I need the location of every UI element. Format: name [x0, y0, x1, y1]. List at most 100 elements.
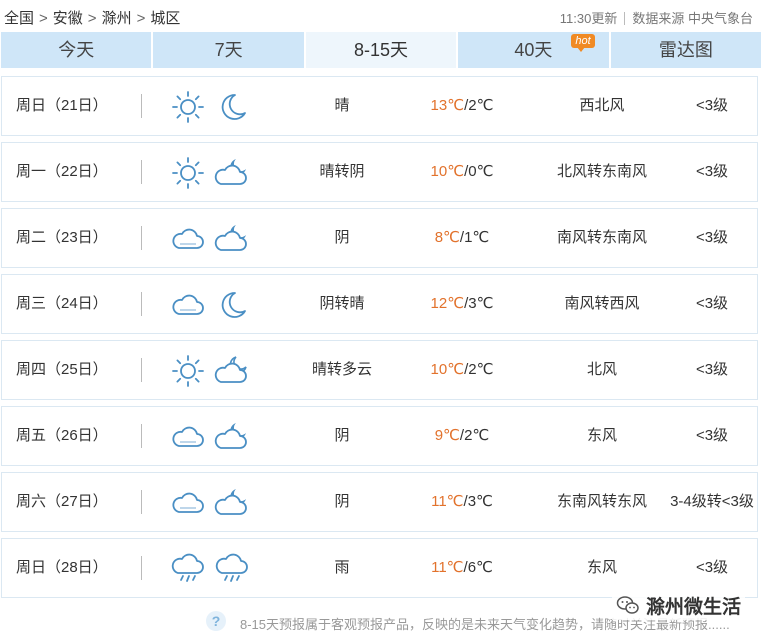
breadcrumb-item-city[interactable]: 滁州: [102, 10, 132, 27]
wind-level: <3级: [695, 559, 729, 576]
temperature: 11℃/3℃: [402, 473, 522, 531]
temperature: 10℃/2℃: [402, 341, 522, 399]
breadcrumb-item-country[interactable]: 全国: [4, 10, 34, 27]
breadcrumb-item-province[interactable]: 安徽: [53, 10, 83, 27]
tab-label: 今天: [58, 40, 95, 60]
forecast-row: 周三（24日） 阴转晴 12℃/3℃ 南风转西风 <3级: [1, 274, 758, 334]
temperature-low: /1℃: [459, 229, 490, 246]
day-label: 周日（21日）: [16, 97, 108, 114]
cloud-icon: [170, 221, 206, 257]
divider: [141, 292, 142, 316]
weather-description: 晴转多云: [311, 361, 372, 378]
divider: [141, 94, 142, 118]
wind-direction: 南风转东南风: [556, 229, 647, 246]
weather-icons: [170, 155, 250, 191]
cloudy-night-icon: [214, 221, 250, 257]
data-source: 数据来源 中央气象台: [632, 11, 753, 26]
temperature-low: /0℃: [464, 163, 494, 180]
day-label: 周三（24日）: [16, 295, 108, 312]
breadcrumb-separator: >: [87, 10, 97, 27]
temperature-high: 12℃: [430, 295, 465, 312]
wind-level: <3级: [695, 163, 729, 180]
day-label: 周四（25日）: [16, 361, 108, 378]
watermark: 滁州微生活: [611, 590, 745, 620]
temperature-high: 8℃: [434, 229, 460, 246]
weather-description: 晴转阴: [319, 163, 365, 180]
update-info: 11:30更新 数据来源 中央气象台: [560, 8, 753, 27]
forecast-row: 周四（25日） 晴转多云 10℃/2℃ 北风 <3级: [1, 340, 758, 400]
forecast-row: 周日（21日） 晴 13℃/2℃ 西北风 <3级: [1, 76, 758, 136]
weather-description: 雨: [334, 559, 350, 576]
weather-description: 晴: [334, 97, 350, 114]
sun-icon: [170, 89, 206, 125]
wind-direction: 东风: [586, 559, 617, 576]
divider: [624, 12, 626, 25]
temperature-low: /2℃: [464, 97, 494, 114]
divider: [141, 490, 142, 514]
forecast-row: 周二（23日） 阴 8℃/1℃ 南风转东南风 <3级: [1, 208, 758, 268]
wind-direction: 北风转东南风: [556, 163, 647, 180]
weather-icons: [170, 419, 250, 455]
tab-7-days[interactable]: 7天: [153, 32, 304, 68]
sun-icon: [170, 353, 206, 389]
divider: [141, 160, 142, 184]
wind-direction: 南风转西风: [564, 295, 640, 312]
temperature-low: /2℃: [464, 361, 494, 378]
weather-icons: [170, 287, 250, 323]
forecast-row: 周日（28日） 雨 11℃/6℃ 东风 <3级: [1, 538, 758, 598]
tab-today[interactable]: 今天: [1, 32, 152, 68]
breadcrumb-separator: >: [136, 10, 146, 27]
day-label: 周日（28日）: [16, 559, 108, 576]
tab-40-days[interactable]: 40天 hot: [458, 32, 609, 68]
weather-description: 阴: [334, 493, 350, 510]
weather-icons: [170, 485, 250, 521]
moon-icon: [214, 287, 250, 323]
day-label: 周二（23日）: [16, 229, 108, 246]
weather-icons: [170, 221, 250, 257]
help-icon[interactable]: ?: [206, 611, 226, 631]
sun-icon: [170, 155, 206, 191]
wind-level: 3-4级转<3级: [670, 493, 754, 510]
temperature-low: /6℃: [463, 559, 493, 576]
tab-label: 40天: [514, 40, 553, 60]
temperature-high: 13℃: [430, 97, 465, 114]
cloudy-night-icon: [214, 485, 250, 521]
wind-level: <3级: [695, 295, 729, 312]
wind-direction: 西北风: [579, 97, 625, 114]
rain-icon: [170, 551, 206, 587]
temperature-high: 11℃: [431, 493, 464, 510]
moon-icon: [214, 89, 250, 125]
wind-direction: 东南风转东风: [556, 493, 647, 510]
cloud-icon: [170, 485, 206, 521]
temperature-high: 11℃: [431, 559, 464, 576]
weather-description: 阴转晴: [319, 295, 365, 312]
temperature-low: /2℃: [459, 427, 490, 444]
divider: [141, 424, 142, 448]
update-time: 11:30更新: [559, 11, 618, 26]
breadcrumb-separator: >: [39, 10, 48, 27]
day-label: 周五（26日）: [16, 427, 108, 444]
weather-icons: [170, 353, 250, 389]
day-label: 周一（22日）: [16, 163, 108, 180]
cloud-icon: [170, 419, 206, 455]
divider: [141, 556, 142, 580]
weather-icons: [170, 89, 250, 125]
temperature: 12℃/3℃: [402, 275, 522, 333]
day-label: 周六（27日）: [16, 493, 108, 510]
wind-level: <3级: [695, 97, 729, 114]
temperature-high: 10℃: [430, 163, 465, 180]
forecast-row: 周六（27日） 阴 11℃/3℃ 东南风转东风 3-4级转<3级: [1, 472, 758, 532]
weather-description: 阴: [334, 427, 350, 444]
temperature: 11℃/6℃: [402, 539, 522, 597]
tab-label: 8-15天: [354, 40, 409, 60]
wind-level: <3级: [695, 361, 729, 378]
tab-radar[interactable]: 雷达图: [610, 32, 762, 68]
temperature-high: 10℃: [430, 361, 465, 378]
divider: [141, 358, 142, 382]
tab-8-15-days[interactable]: 8-15天: [305, 32, 457, 68]
partly-cloudy-night-icon: [214, 353, 250, 389]
temperature-low: /3℃: [463, 493, 493, 510]
hot-badge: hot: [571, 34, 595, 52]
tab-label: 雷达图: [658, 40, 713, 60]
footer: ? 8-15天预报属于客观预报产品，反映的是未来天气变化趋势，请随时关注最新预报…: [0, 590, 765, 638]
